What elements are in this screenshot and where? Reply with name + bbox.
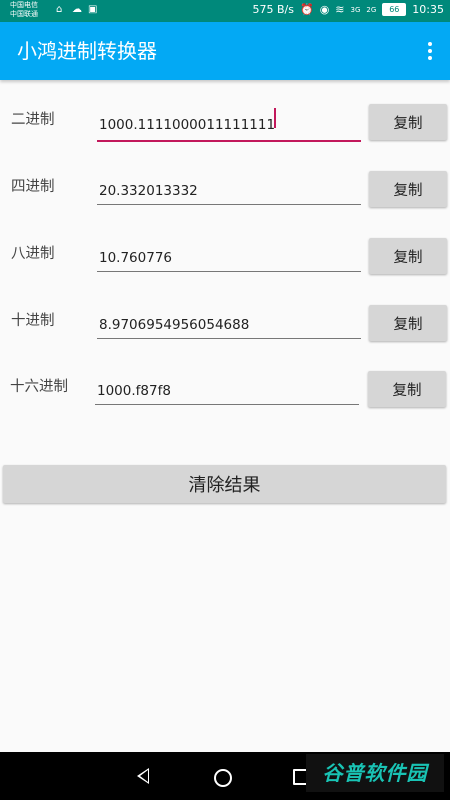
clear-results-button[interactable]: 清除结果 [3, 465, 446, 503]
copy-binary-button[interactable]: 复制 [369, 104, 447, 140]
label-decimal: 十进制 [11, 313, 55, 329]
carrier-1: 中国电信 [10, 1, 38, 9]
row-octal: 八进制 复制 [0, 238, 450, 282]
app-bar: 小鸿进制转换器 [0, 22, 450, 80]
app-title: 小鸿进制转换器 [17, 39, 157, 63]
carrier-info: 中国电信 中国联通 [10, 1, 38, 19]
copy-hexadecimal-button[interactable]: 复制 [368, 371, 446, 407]
status-right: 575 B/s ⏰ ◉ ≋ 3G 2G 66 10:35 [252, 3, 444, 16]
more-options-icon[interactable] [418, 39, 442, 63]
copy-quaternary-button[interactable]: 复制 [369, 171, 447, 207]
copy-octal-button[interactable]: 复制 [369, 238, 447, 274]
binary-input[interactable] [97, 110, 361, 142]
carrier-2: 中国联通 [10, 10, 38, 18]
status-bar: 中国电信 中国联通 ⌂ ☁ ▣ 575 B/s ⏰ ◉ ≋ 3G 2G 66 1… [0, 0, 450, 22]
label-binary: 二进制 [11, 112, 55, 128]
alarm-icon: ⏰ [299, 3, 314, 16]
row-quaternary: 四进制 复制 [0, 171, 450, 215]
home-icon[interactable] [214, 769, 232, 787]
label-octal: 八进制 [11, 246, 55, 262]
back-icon[interactable] [137, 768, 149, 784]
copy-decimal-button[interactable]: 复制 [369, 305, 447, 341]
row-hexadecimal: 十六进制 复制 [0, 371, 450, 415]
label-quaternary: 四进制 [11, 179, 55, 195]
battery-icon: 66 [382, 3, 407, 16]
home-notification-icon: ⌂ [56, 4, 63, 15]
clock: 10:35 [412, 3, 444, 16]
signal-3g-icon: 3G [350, 5, 361, 14]
signal-2g-icon: 2G [366, 5, 377, 14]
app-notification-icon: ▣ [88, 4, 98, 15]
wifi-icon: ≋ [335, 3, 345, 16]
notification-icons: ⌂ ☁ ▣ [56, 4, 100, 15]
cloud-notification-icon: ☁ [72, 4, 82, 15]
decimal-input[interactable] [97, 311, 361, 339]
row-binary: 二进制 复制 [0, 104, 450, 148]
octal-input[interactable] [97, 244, 361, 272]
row-decimal: 十进制 复制 [0, 305, 450, 349]
text-cursor [274, 108, 276, 128]
hexadecimal-input[interactable] [95, 377, 359, 405]
net-speed: 575 B/s [252, 3, 294, 16]
quaternary-input[interactable] [97, 177, 361, 205]
watermark: 谷普软件园 [306, 754, 444, 792]
eye-icon: ◉ [319, 3, 330, 16]
label-hexadecimal: 十六进制 [10, 379, 68, 395]
